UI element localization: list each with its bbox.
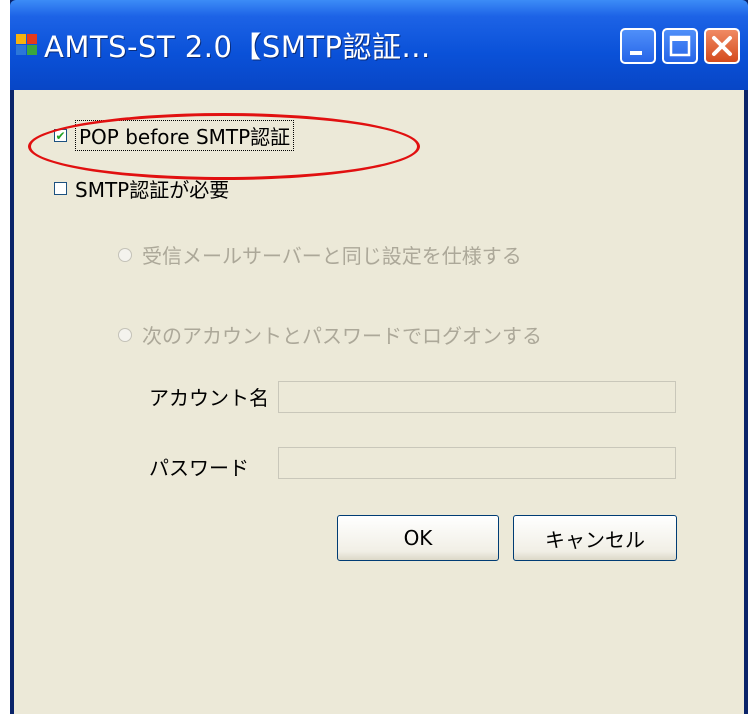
maximize-button[interactable] (662, 28, 698, 64)
cancel-button[interactable]: キャンセル (513, 515, 677, 561)
account-name-label: アカウント名 (149, 386, 269, 410)
dialog-body: ✔ POP before SMTP認証 SMTP認証が必要 受信メールサーバーと… (14, 90, 744, 714)
window-title: AMTS-ST 2.0【SMTP認証... (44, 30, 431, 64)
dialog-window: AMTS-ST 2.0【SMTP認証... ✔ POP before SMTP認… (10, 0, 748, 714)
close-icon (712, 36, 732, 56)
same-as-incoming-label: 受信メールサーバーと同じ設定を仕様する (142, 244, 522, 268)
minimize-button[interactable] (620, 28, 656, 64)
title-bar[interactable]: AMTS-ST 2.0【SMTP認証... (10, 0, 748, 90)
maximize-icon (669, 35, 691, 57)
password-label: パスワード (149, 456, 249, 480)
app-window-icon (16, 34, 38, 56)
close-button[interactable] (704, 28, 740, 64)
minimize-icon (630, 51, 642, 55)
highlight-ellipse (28, 113, 420, 180)
use-account-radio[interactable] (118, 327, 132, 342)
ok-button[interactable]: OK (337, 515, 499, 561)
account-name-field[interactable] (278, 381, 676, 413)
use-account-label: 次のアカウントとパスワードでログオンする (142, 324, 542, 348)
same-as-incoming-option[interactable]: 受信メールサーバーと同じ設定を仕様する (118, 240, 522, 269)
password-field[interactable] (278, 447, 676, 479)
smtp-auth-required-checkbox[interactable] (54, 182, 67, 195)
same-as-incoming-radio[interactable] (118, 247, 132, 262)
use-account-option[interactable]: 次のアカウントとパスワードでログオンする (118, 320, 542, 349)
